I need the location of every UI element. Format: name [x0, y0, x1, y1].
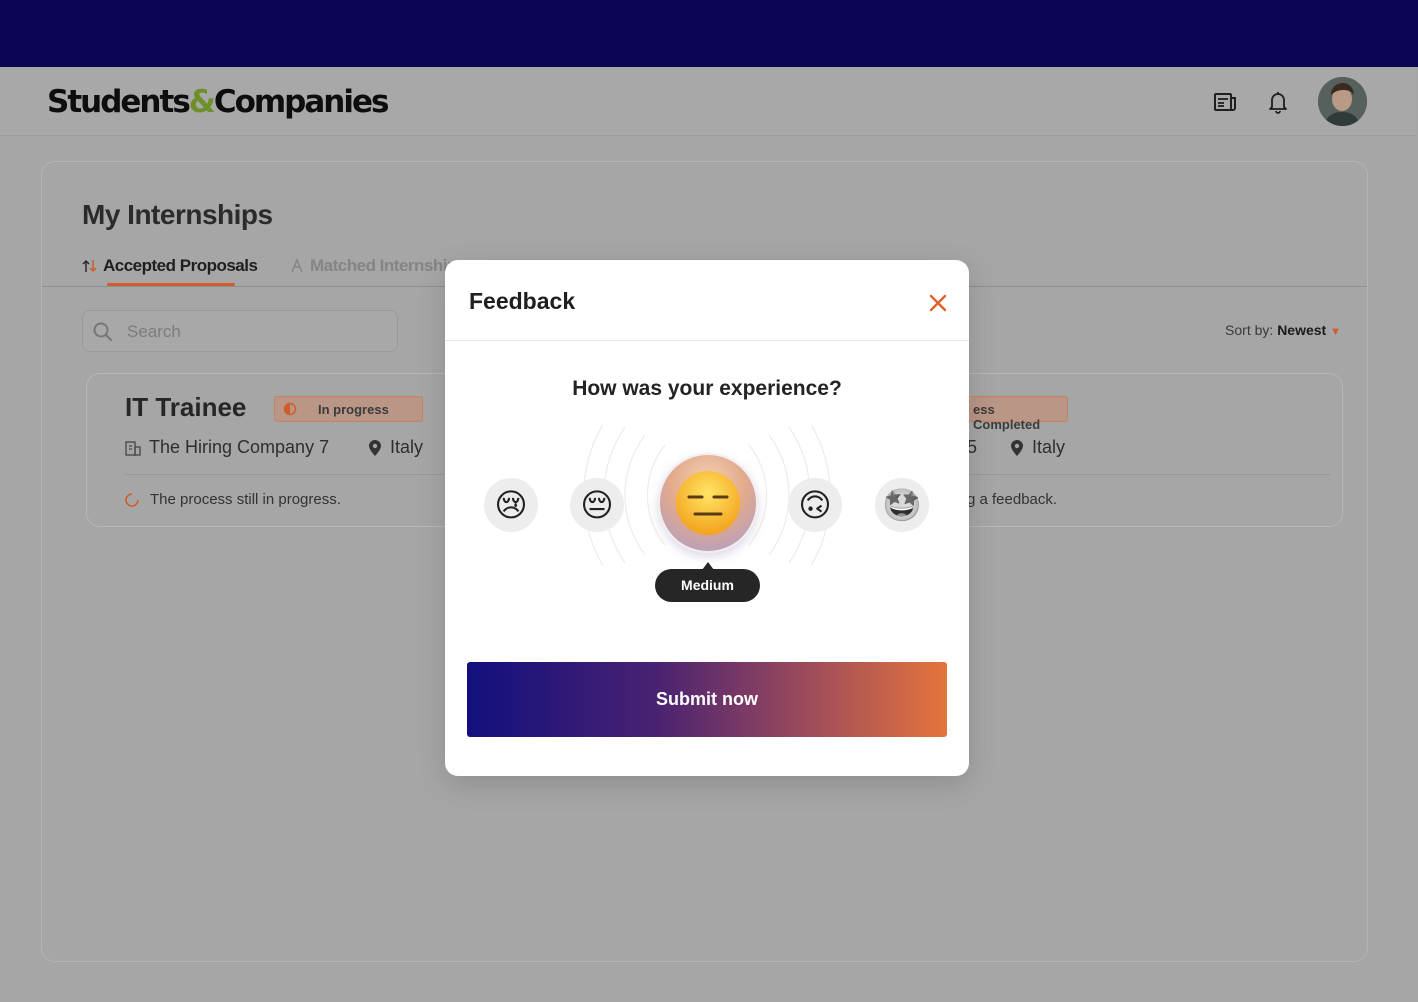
- close-icon[interactable]: [925, 290, 951, 316]
- tab-label: Accepted Proposals: [103, 256, 258, 275]
- location-pin-icon: [1011, 439, 1023, 456]
- sort-dropdown[interactable]: Sort by: Newest ▼: [1225, 322, 1341, 338]
- logo-text-companies: Companies: [213, 84, 390, 120]
- company-text: The Hiring Company 7: [149, 437, 330, 457]
- submit-button[interactable]: Submit now: [467, 662, 947, 737]
- building-icon: [125, 440, 141, 456]
- status-text: The process still in progress.: [150, 491, 341, 508]
- emoji-good-button[interactable]: 🙃: [788, 478, 842, 532]
- location-text: Italy: [1032, 437, 1066, 457]
- status-message-2: g a feedback.: [967, 491, 1057, 508]
- spinner-icon: [125, 492, 139, 507]
- badge-text: In progress: [318, 402, 389, 417]
- search-placeholder: Search: [127, 322, 181, 341]
- status-text: g a feedback.: [967, 491, 1058, 508]
- badge-text: ess Completed: [973, 402, 1041, 432]
- modal-divider: [445, 340, 969, 341]
- sort-label: Sort by:: [1225, 322, 1274, 338]
- neutral-face-icon: [676, 471, 740, 535]
- emoji-sad-button[interactable]: 😔: [570, 478, 624, 532]
- status-message: The process still in progress.: [124, 491, 341, 508]
- tab-label: Matched Internship: [310, 256, 457, 275]
- match-icon: [291, 258, 303, 273]
- location-2: Italy: [1009, 437, 1065, 458]
- location-text: Italy: [390, 437, 424, 457]
- emoji-medium-button[interactable]: [658, 453, 758, 553]
- sort-arrows-icon: [82, 259, 97, 273]
- selected-rating-tooltip: Medium: [655, 562, 760, 602]
- app-header: Students&Companies: [0, 67, 1416, 136]
- modal-title: Feedback: [469, 288, 576, 314]
- search-input[interactable]: Search: [82, 310, 398, 352]
- bell-icon[interactable]: [1266, 89, 1290, 115]
- emoji-great-button[interactable]: 🤩: [875, 478, 929, 532]
- page-title: My Internships: [82, 199, 273, 230]
- tab-matched-internship[interactable]: Matched Internship: [289, 256, 457, 276]
- search-icon: [93, 322, 113, 342]
- half-circle-icon: [283, 402, 297, 416]
- emoji-very-sad-button[interactable]: 😢: [484, 478, 538, 532]
- location: Italy: [367, 437, 423, 458]
- logo-text-students: Students: [47, 84, 191, 120]
- company-name: The Hiring Company 7: [124, 437, 329, 458]
- sort-value: Newest: [1277, 322, 1327, 338]
- logo-ampersand: &: [188, 84, 216, 120]
- logo[interactable]: Students&Companies: [47, 84, 390, 120]
- top-band: [0, 0, 1418, 67]
- feedback-question: How was your experience?: [572, 377, 842, 400]
- location-pin-icon: [369, 439, 381, 456]
- avatar[interactable]: [1318, 77, 1367, 126]
- newspaper-icon[interactable]: [1213, 89, 1237, 115]
- chevron-down-icon: ▼: [1330, 326, 1341, 338]
- job-title: IT Trainee: [125, 392, 247, 422]
- tab-accepted-proposals[interactable]: Accepted Proposals: [82, 256, 258, 276]
- feedback-modal: Feedback How was your experience? 😢 😔 🙃 …: [445, 260, 969, 776]
- status-badge: In progress: [274, 396, 423, 422]
